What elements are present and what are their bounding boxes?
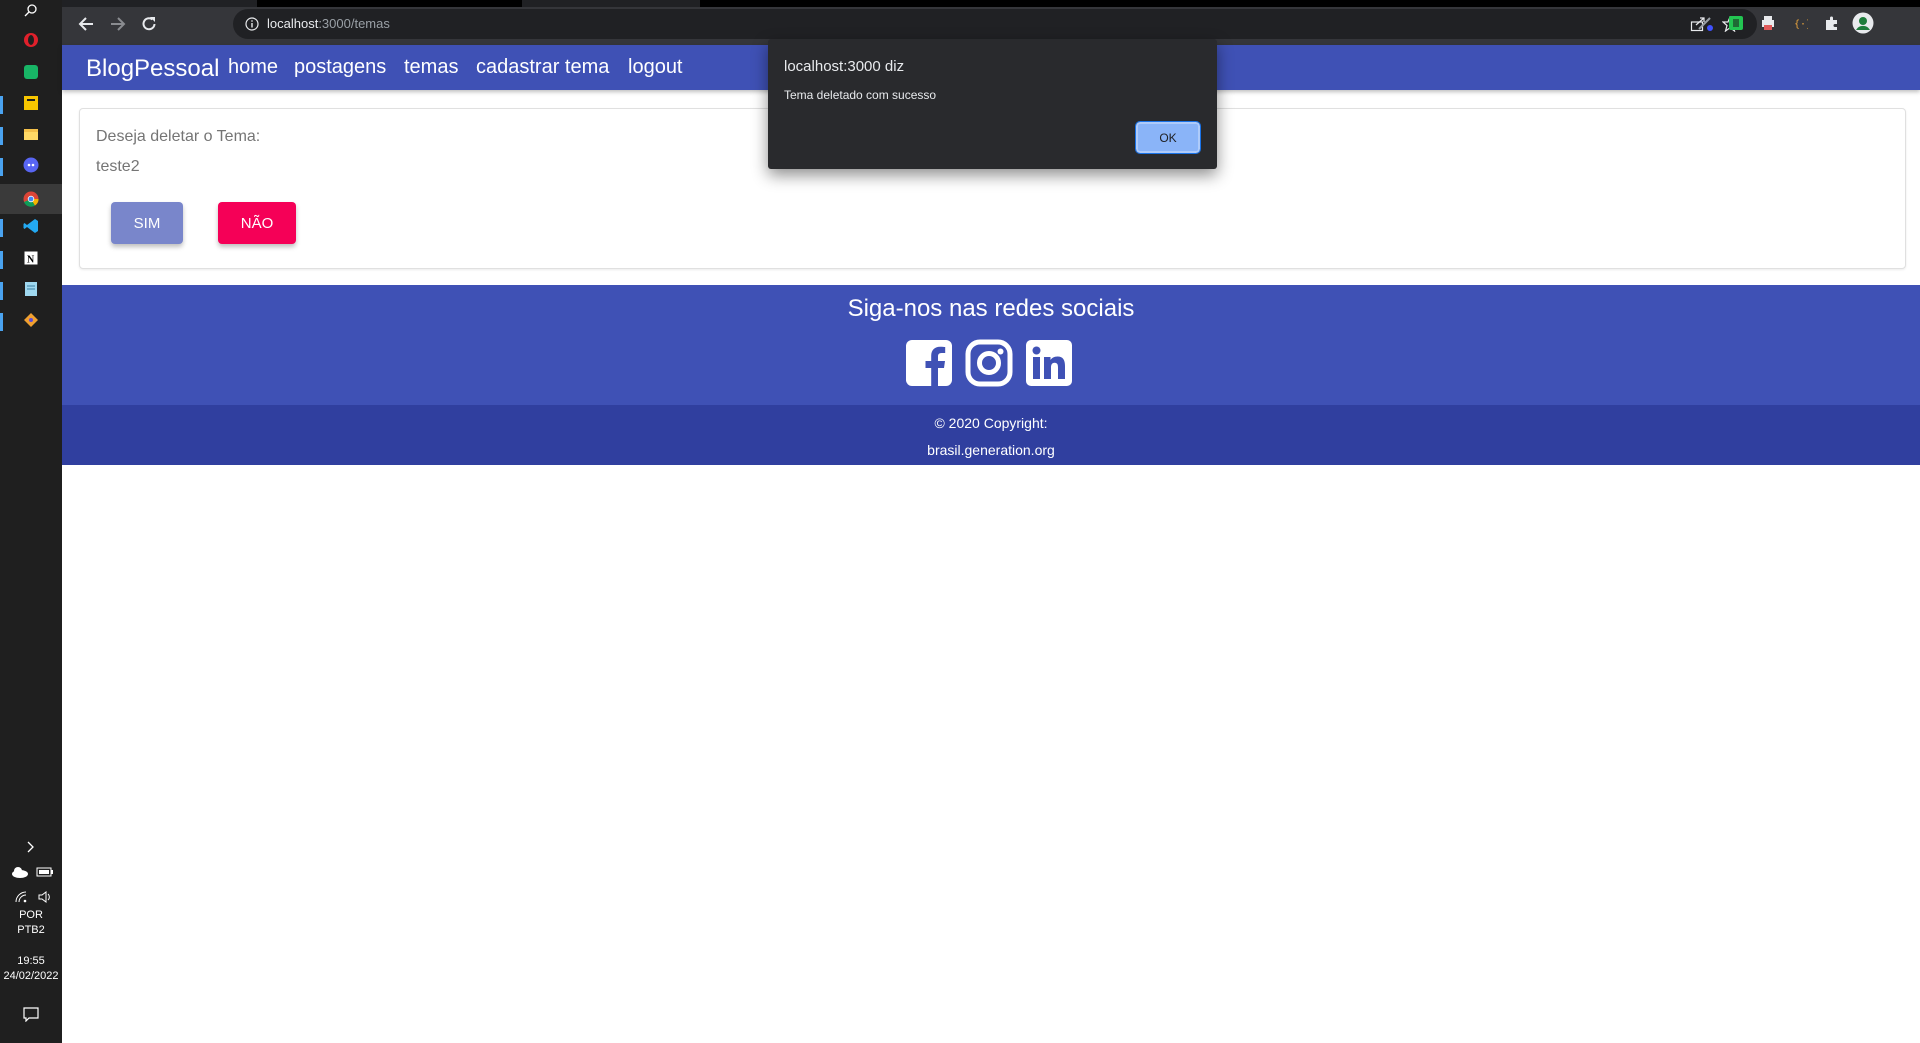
battery-icon[interactable]	[35, 862, 55, 882]
notion-icon[interactable]: N	[21, 248, 41, 268]
brand-logo[interactable]: BlogPessoal	[86, 55, 219, 83]
active-indicator	[0, 127, 3, 145]
tab-edge	[257, 0, 522, 7]
tab-edge	[700, 0, 1920, 7]
opera-icon[interactable]	[21, 30, 41, 50]
discord-icon[interactable]	[21, 155, 41, 175]
code-extension-icon[interactable]: {·}	[1791, 14, 1809, 32]
tab-strip	[62, 0, 1920, 7]
theme-name: teste2	[96, 158, 140, 175]
linkedin-icon[interactable]	[1025, 337, 1073, 389]
active-indicator	[0, 251, 3, 269]
footer-title: Siga-nos nas redes sociais	[847, 295, 1135, 322]
active-indicator	[0, 96, 3, 114]
back-icon[interactable]	[76, 14, 96, 34]
clock-date: 24/02/2022	[3, 970, 59, 982]
copyright-text: © 2020 Copyright:	[934, 415, 1048, 431]
sticky-notes-icon[interactable]	[21, 93, 41, 113]
notification-icon[interactable]	[21, 1004, 41, 1024]
file-explorer-icon[interactable]	[21, 124, 41, 144]
svg-text:N: N	[27, 255, 35, 266]
nav-logout[interactable]: logout	[628, 56, 683, 79]
language-code: POR	[19, 909, 43, 921]
nav-temas[interactable]: temas	[404, 56, 458, 79]
instagram-icon[interactable]	[965, 337, 1013, 389]
chevron-right-icon[interactable]	[21, 837, 41, 857]
confirm-no-button[interactable]: NÃO	[218, 202, 296, 244]
whatsapp-icon[interactable]	[21, 62, 41, 82]
svg-text:{·}: {·}	[1794, 19, 1808, 30]
forward-icon[interactable]	[108, 14, 128, 34]
footer-social: Siga-nos nas redes sociais	[62, 285, 1920, 405]
alert-message: Tema deletado com sucesso	[784, 88, 937, 102]
site-link[interactable]: brasil.generation.org	[62, 442, 1920, 458]
page-viewport: BlogPessoal home postagens temas cadastr…	[62, 45, 1920, 1043]
active-indicator	[0, 282, 3, 300]
nav-postagens[interactable]: postagens	[294, 56, 386, 79]
clock[interactable]: 19:55 24/02/2022	[0, 954, 62, 984]
chrome-icon[interactable]	[0, 184, 62, 214]
nav-cadastrar-tema[interactable]: cadastrar tema	[476, 56, 609, 79]
url-path: :3000/temas	[318, 16, 390, 31]
printer-extension-icon[interactable]	[1759, 14, 1777, 32]
footer-copyright: © 2020 Copyright: brasil.generation.org	[62, 405, 1920, 465]
active-indicator	[0, 313, 3, 331]
alert-dialog: localhost:3000 diz Tema deletado com suc…	[768, 39, 1217, 169]
wifi-icon[interactable]	[12, 887, 32, 907]
pen-extension-icon[interactable]	[1696, 14, 1714, 32]
search-icon[interactable]	[21, 0, 41, 20]
url-host: localhost	[267, 16, 319, 31]
active-indicator	[0, 158, 3, 176]
language-indicator[interactable]: POR PTB2	[0, 908, 62, 938]
clock-time: 19:55	[17, 955, 45, 967]
green-extension-icon[interactable]	[1727, 14, 1745, 32]
alert-title: localhost:3000 diz	[784, 58, 905, 75]
git-icon[interactable]	[21, 310, 41, 330]
site-info-icon[interactable]	[245, 17, 259, 36]
volume-icon[interactable]	[35, 887, 55, 907]
confirm-yes-button[interactable]: SIM	[111, 202, 183, 244]
vscode-icon[interactable]	[21, 216, 41, 236]
extensions-puzzle-icon[interactable]	[1823, 14, 1841, 32]
address-bar[interactable]: localhost:3000/temas	[233, 9, 1757, 39]
facebook-icon[interactable]	[905, 337, 953, 389]
reload-icon[interactable]	[139, 14, 159, 34]
alert-ok-button[interactable]: OK	[1135, 121, 1201, 154]
windows-taskbar: N POR PTB2 19:55 24/02/2022	[0, 0, 62, 1043]
active-indicator	[0, 219, 3, 237]
onedrive-icon[interactable]	[10, 862, 30, 882]
notepad-icon[interactable]	[21, 279, 41, 299]
nav-home[interactable]: home	[228, 56, 278, 79]
profile-avatar[interactable]	[1852, 12, 1874, 34]
delete-question: Deseja deletar o Tema:	[96, 128, 261, 145]
url-text: localhost:3000/temas	[267, 16, 390, 31]
keyboard-layout: PTB2	[17, 924, 45, 936]
